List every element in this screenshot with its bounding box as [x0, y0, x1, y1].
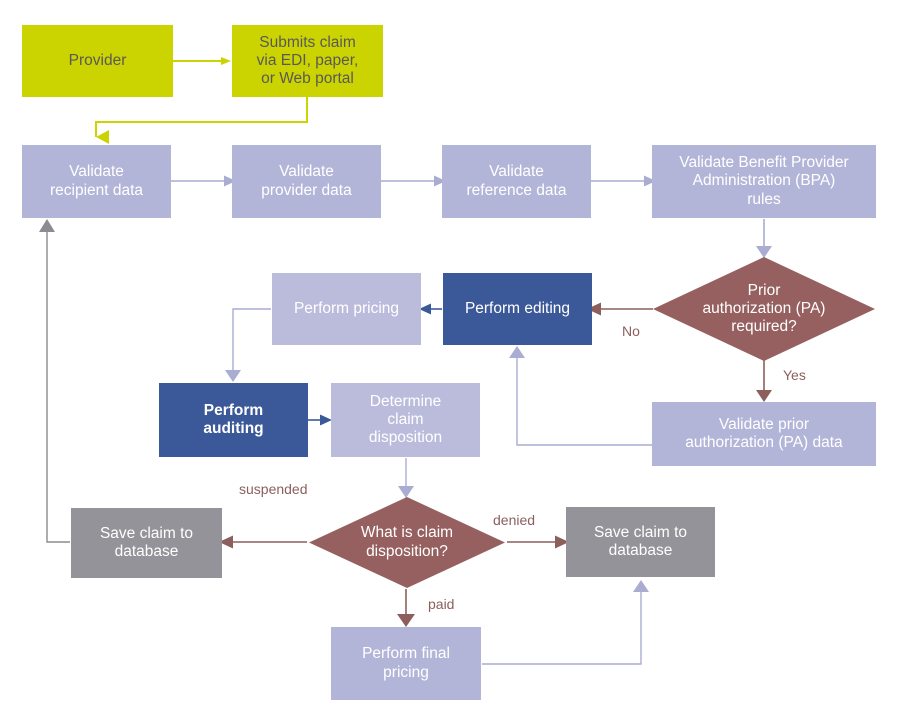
node-perform-pricing[interactable]: Perform pricing — [272, 273, 421, 345]
node-determine-claim-disposition[interactable]: Determine claim disposition — [331, 383, 480, 457]
node-prior-authorization-decision[interactable]: Prior authorization (PA) required? — [653, 257, 875, 361]
node-validate-recipient-data-label: Validate recipient data — [49, 163, 144, 199]
node-save-claim-to-database-right[interactable]: Save claim to database — [566, 507, 715, 577]
node-perform-auditing[interactable]: Perform auditing — [159, 383, 308, 457]
node-perform-editing[interactable]: Perform editing — [443, 273, 592, 345]
node-validate-provider-data-label: Validate provider data — [261, 163, 352, 199]
edge-label-no: No — [622, 323, 640, 339]
edge-label-paid: paid — [428, 596, 455, 612]
edge-label-denied: denied — [493, 512, 536, 528]
node-submits-claim[interactable]: Submits claim via EDI, paper, or Web por… — [232, 25, 383, 97]
node-save-claim-to-database-left[interactable]: Save claim to database — [71, 508, 222, 578]
node-submits-claim-label: Submits claim via EDI, paper, or Web por… — [256, 33, 359, 88]
node-perform-pricing-label: Perform pricing — [293, 299, 400, 317]
edge-label-yes: Yes — [783, 367, 806, 383]
edge-label-suspended: suspended — [239, 481, 308, 497]
node-validate-bpa-rules[interactable]: Validate Benefit Provider Administration… — [652, 145, 876, 218]
node-claim-disposition-decision-label: What is claim disposition? — [360, 524, 454, 560]
node-validate-reference-data[interactable]: Validate reference data — [442, 145, 591, 218]
node-provider[interactable]: Provider — [22, 25, 173, 97]
node-perform-final-pricing[interactable]: Perform final pricing — [331, 627, 481, 700]
node-claim-disposition-decision[interactable]: What is claim disposition? — [309, 497, 505, 588]
node-validate-provider-data[interactable]: Validate provider data — [232, 145, 381, 218]
node-prior-authorization-decision-label: Prior authorization (PA) required? — [702, 281, 826, 336]
node-determine-claim-disposition-label: Determine claim disposition — [368, 392, 443, 447]
node-validate-prior-authorization-data[interactable]: Validate prior authorization (PA) data — [652, 402, 876, 466]
node-perform-editing-label: Perform editing — [464, 299, 571, 317]
flowchart-canvas: Provider Submits claim via EDI, paper, o… — [0, 0, 898, 724]
node-validate-reference-data-label: Validate reference data — [466, 163, 567, 199]
node-validate-prior-authorization-data-label: Validate prior authorization (PA) data — [685, 415, 843, 451]
node-save-claim-to-database-left-label: Save claim to database — [99, 524, 194, 560]
node-validate-bpa-rules-label: Validate Benefit Provider Administration… — [679, 154, 849, 208]
node-save-claim-to-database-right-label: Save claim to database — [593, 523, 688, 559]
node-provider-label: Provider — [68, 51, 127, 69]
node-perform-final-pricing-label: Perform final pricing — [362, 645, 450, 681]
node-perform-auditing-label: Perform auditing — [203, 401, 264, 437]
node-validate-recipient-data[interactable]: Validate recipient data — [22, 145, 171, 218]
flowchart-edges — [39, 57, 772, 665]
